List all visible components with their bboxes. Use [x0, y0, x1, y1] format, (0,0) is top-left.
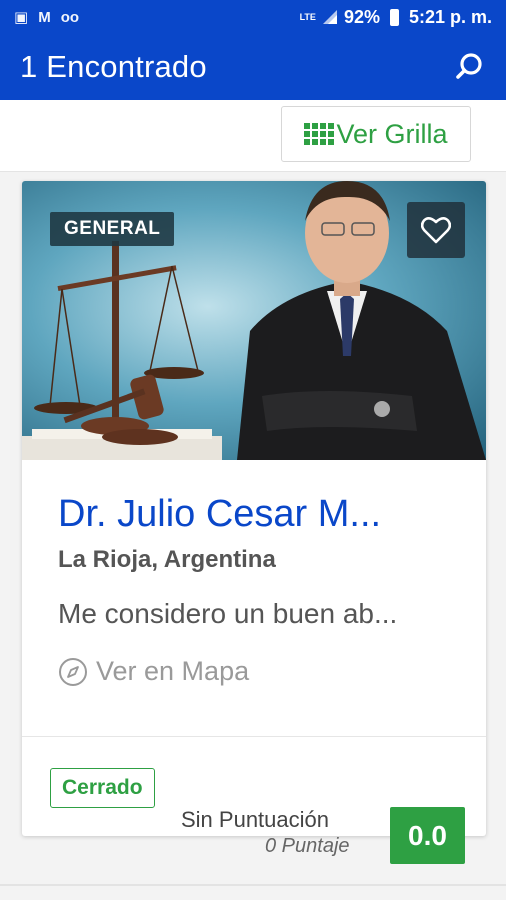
search-button[interactable] — [452, 49, 488, 85]
status-bar: ▣ M oo LTE 92% 5:21 p. m. — [0, 0, 506, 34]
heart-icon — [421, 217, 451, 244]
view-on-map-label: Ver en Mapa — [96, 656, 250, 686]
app-bar: 1 Encontrado — [0, 34, 506, 100]
status-bar-left-icons: ▣ M oo — [14, 8, 80, 27]
status-bar-right: LTE 92% 5:21 p. m. — [300, 7, 492, 28]
network-type: LTE — [299, 11, 316, 22]
image-icon: ▣ — [14, 9, 29, 26]
listing-description: Me considero un buen ab... — [58, 598, 398, 629]
battery-percent: 92% — [343, 6, 380, 27]
battery-icon — [389, 8, 399, 26]
grid-view-button[interactable]: Ver Grilla — [281, 106, 471, 162]
search-icon — [456, 53, 482, 79]
grid-icon — [304, 123, 335, 145]
listing-image[interactable]: GENERAL — [22, 181, 486, 460]
rating-label: Sin Puntuación — [181, 807, 329, 832]
category-badge: GENERAL — [50, 212, 175, 246]
bottom-divider — [0, 884, 506, 886]
listing-card[interactable]: GENERAL Dr. Julio Cesar M... La Rioja, A… — [22, 181, 486, 836]
listing-body: Dr. Julio Cesar M... La Rioja, Argentina… — [22, 460, 486, 687]
signal-icon — [322, 10, 337, 24]
clock: 5:21 p. m. — [408, 6, 492, 27]
rating-count: 0 Puntaje — [265, 835, 350, 857]
voicemail-icon: oo — [60, 8, 80, 26]
view-on-map-link[interactable]: Ver en Mapa — [58, 656, 450, 687]
page-title: 1 Encontrado — [20, 49, 207, 84]
score-badge: 0.0 — [390, 807, 465, 864]
listing-title[interactable]: Dr. Julio Cesar M... — [58, 490, 450, 538]
status-badge: Cerrado — [50, 768, 155, 808]
compass-icon — [59, 657, 87, 686]
grid-view-label: Ver Grilla — [336, 118, 448, 149]
favorite-button[interactable] — [407, 202, 465, 258]
listing-location: La Rioja, Argentina — [58, 546, 276, 573]
gmail-icon: M — [38, 8, 51, 26]
view-toolbar: Ver Grilla — [0, 100, 506, 172]
card-divider — [22, 736, 486, 737]
